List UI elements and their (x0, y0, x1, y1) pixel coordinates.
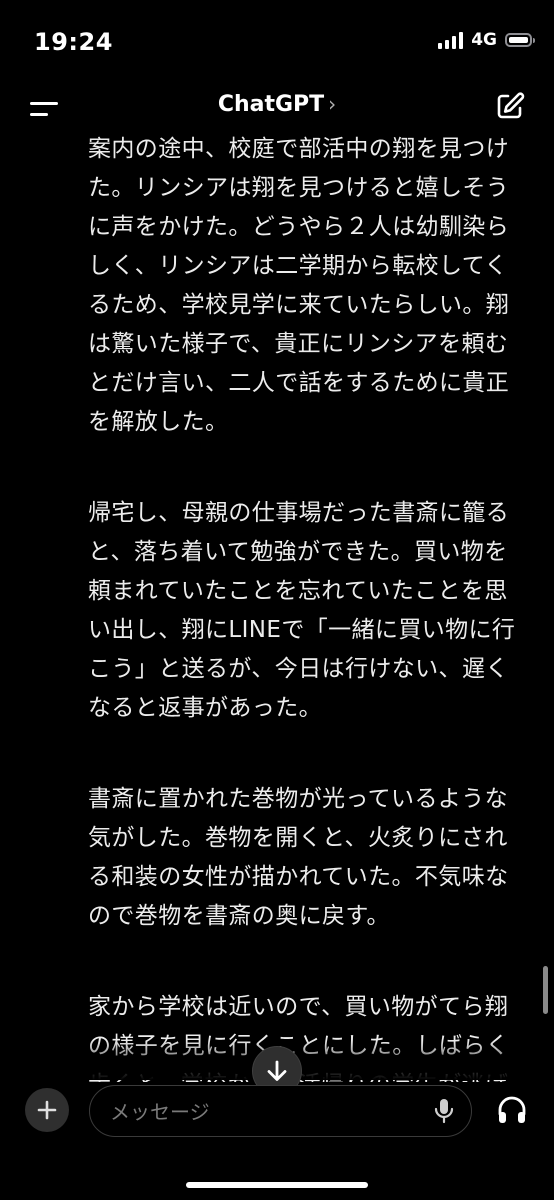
battery-icon (505, 33, 535, 47)
signal-icon (438, 31, 464, 49)
network-type: 4G (471, 30, 497, 50)
home-indicator[interactable] (186, 1182, 368, 1188)
mic-icon[interactable] (433, 1098, 455, 1124)
chevron-right-icon: › (328, 92, 337, 116)
assistant-message: 案内の途中、校庭で部活中の翔を見つけた。リンシアは翔を見つけると嬉しそうに声をか… (88, 130, 526, 1090)
attach-button[interactable] (25, 1088, 69, 1132)
message-paragraph: 書斎に置かれた巻物が光っているような気がした。巻物を開くと、火炙りにされる和装の… (88, 786, 509, 929)
chat-header: ChatGPT › (0, 86, 554, 132)
status-indicators: 4G (438, 30, 535, 50)
page-title: ChatGPT (217, 92, 325, 117)
message-input-box[interactable] (89, 1085, 472, 1137)
status-time: 19:24 (34, 28, 113, 56)
message-paragraph: 案内の途中、校庭で部活中の翔を見つけた。リンシアは翔を見つけると嬉しそうに声をか… (88, 136, 510, 435)
headphones-icon[interactable] (496, 1094, 528, 1126)
status-bar: 19:24 4G (0, 0, 554, 86)
battery-level (509, 37, 528, 43)
message-input[interactable] (108, 1086, 432, 1137)
arrow-down-icon (267, 1060, 287, 1081)
edit-icon[interactable] (494, 90, 526, 122)
plus-icon (37, 1100, 57, 1120)
model-selector[interactable]: ChatGPT › (0, 92, 554, 117)
message-paragraph: 帰宅し、母親の仕事場だった書斎に籠ると、落ち着いて勉強ができた。買い物を頼まれて… (88, 500, 516, 721)
scrollbar[interactable] (543, 966, 548, 1014)
